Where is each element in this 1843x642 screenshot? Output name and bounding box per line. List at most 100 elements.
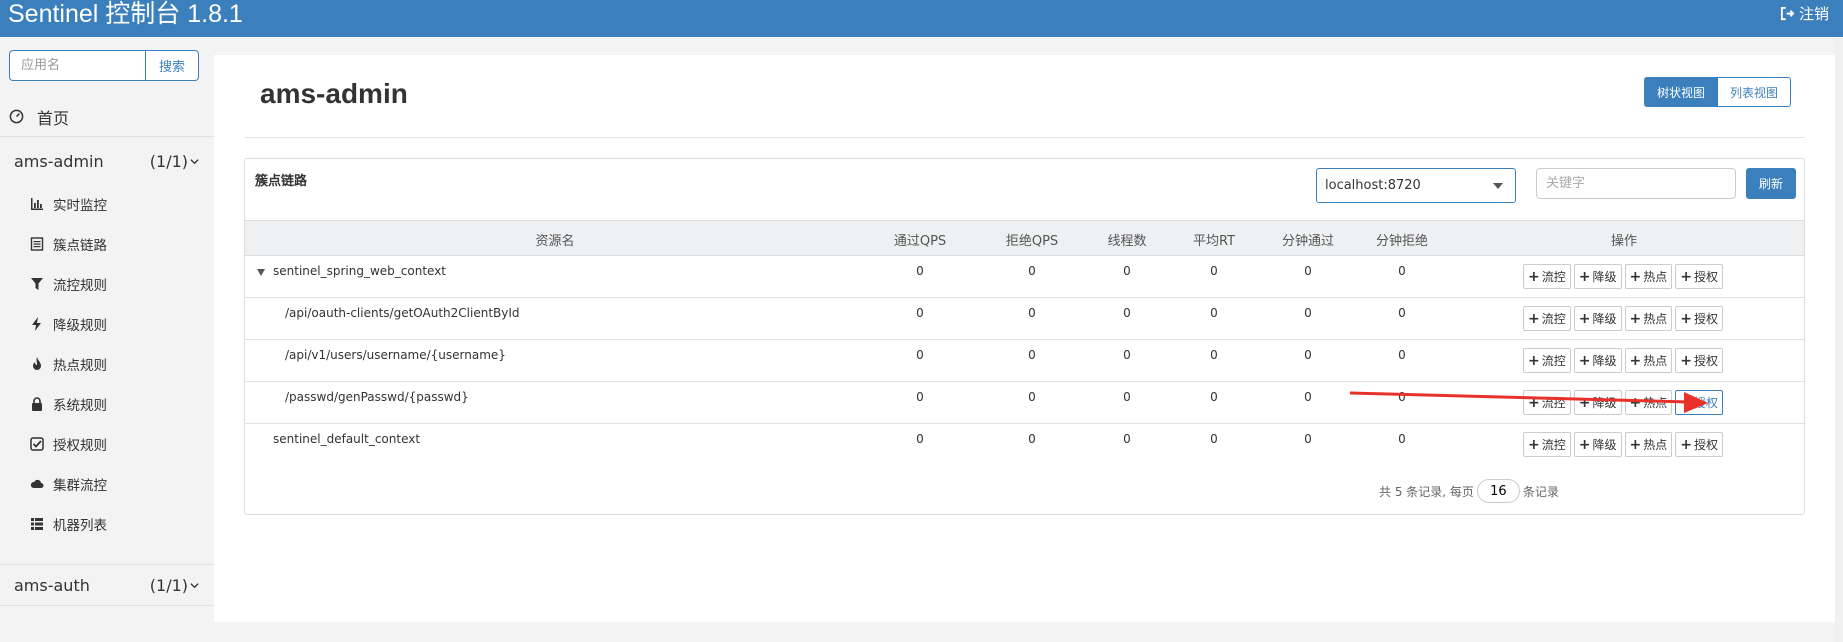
metric-cell: 0 [916, 348, 924, 362]
metric-cell: 0 [1398, 264, 1406, 278]
degrade-button[interactable]: + 降级 [1573, 390, 1622, 415]
row-actions: + 流控 + 降级 + 热点 + 授权 [1523, 306, 1723, 331]
metric-cell: 0 [1210, 432, 1218, 446]
plus-icon: + [1528, 436, 1540, 453]
hotspot-button[interactable]: + 热点 [1624, 306, 1673, 331]
nav-home[interactable]: 首页 [0, 97, 214, 137]
metric-cell: 0 [1304, 432, 1312, 446]
plus-icon: + [1578, 436, 1591, 453]
plus-icon: + [1578, 268, 1591, 285]
metric-cell: 0 [1304, 306, 1312, 320]
metric-cell: 0 [1210, 348, 1218, 362]
list-view-button[interactable]: 列表视图 [1718, 77, 1792, 107]
page-scrollbar[interactable] [1835, 37, 1843, 642]
col-operations: 操作 [1610, 234, 1638, 249]
table-row: /api/oauth-clients/getOAuth2ClientById 0 0… [245, 298, 1804, 340]
authority-button[interactable]: + 授权 [1675, 348, 1723, 373]
menu-item-realtime-monitor[interactable]: 实时监控 [0, 184, 214, 224]
menu-item-hot-rules[interactable]: 热点规则 [0, 344, 214, 384]
page-title: ams-admin [260, 78, 408, 109]
collapse-toggle-icon[interactable] [257, 269, 265, 276]
caret-down-icon [1493, 183, 1503, 189]
metric-cell: 0 [1028, 264, 1036, 278]
plus-icon: + [1680, 394, 1692, 411]
action-label: 降级 [1592, 354, 1617, 368]
tree-view-button[interactable]: 树状视图 [1644, 77, 1719, 107]
resource-name: /api/v1/users/username/{username} [285, 348, 506, 362]
flow-control-button[interactable]: + 流控 [1523, 390, 1571, 415]
menu-item-label: 流控规则 [53, 278, 107, 294]
resource-name: sentinel_default_context [273, 432, 421, 446]
authority-button[interactable]: + 授权 [1675, 390, 1723, 415]
metric-cell: 0 [1123, 264, 1131, 278]
plus-icon: + [1629, 394, 1642, 411]
hotspot-button[interactable]: + 热点 [1624, 348, 1673, 373]
menu-item-degrade-rules[interactable]: 降级规则 [0, 304, 214, 344]
hotspot-button[interactable]: + 热点 [1624, 264, 1673, 289]
brand-title[interactable]: Sentinel 控制台 1.8.1 [8, 0, 243, 30]
menu-item-machine-list[interactable]: 机器列表 [0, 504, 214, 544]
action-label: 热点 [1643, 438, 1668, 452]
col-minute-pass: 分钟通过 [1281, 234, 1335, 249]
action-label: 授权 [1693, 438, 1718, 452]
resource-name: sentinel_spring_web_context [273, 264, 447, 278]
cloud-icon [30, 479, 44, 488]
action-label: 流控 [1541, 312, 1566, 326]
logout-link[interactable]: 注销 [1780, 3, 1829, 24]
hotspot-button[interactable]: + 热点 [1624, 390, 1673, 415]
dashboard-icon [9, 109, 24, 124]
app-ams-admin[interactable]: ams-admin (1/1) [0, 140, 214, 182]
degrade-button[interactable]: + 降级 [1573, 264, 1622, 289]
menu-item-cluster-point-link[interactable]: 簇点链路 [0, 224, 214, 264]
app-ams-auth[interactable]: ams-auth (1/1) [0, 564, 214, 606]
action-label: 热点 [1643, 396, 1668, 410]
app-search-input[interactable] [9, 50, 145, 81]
action-label: 流控 [1541, 270, 1566, 284]
degrade-button[interactable]: + 降级 [1573, 432, 1622, 457]
menu-item-cluster-flow[interactable]: 集群流控 [0, 464, 214, 504]
keyword-input[interactable] [1536, 168, 1736, 199]
col-avg-rt: 平均RT [1192, 234, 1236, 249]
menu-item-label: 机器列表 [53, 518, 107, 534]
page-size-input[interactable] [1476, 479, 1520, 503]
resource-card: 簇点链路 localhost:8720 刷新 资源名 通过QPS 拒绝QPS 线… [244, 158, 1805, 515]
degrade-button[interactable]: + 降级 [1573, 306, 1622, 331]
plus-icon: + [1680, 268, 1692, 285]
row-actions: + 流控 + 降级 + 热点 + 授权 [1523, 348, 1723, 373]
machine-select[interactable]: localhost:8720 [1316, 168, 1516, 203]
refresh-button[interactable]: 刷新 [1746, 168, 1796, 199]
flow-control-button[interactable]: + 流控 [1523, 348, 1571, 373]
metric-cell: 0 [1398, 432, 1406, 446]
flow-control-button[interactable]: + 流控 [1523, 432, 1571, 457]
menu-item-system-rules[interactable]: 系统规则 [0, 384, 214, 424]
action-label: 热点 [1643, 312, 1668, 326]
lock-icon [32, 397, 42, 411]
degrade-button[interactable]: + 降级 [1573, 348, 1622, 373]
flow-control-button[interactable]: + 流控 [1523, 264, 1571, 289]
authority-button[interactable]: + 授权 [1675, 306, 1723, 331]
menu-item-label: 实时监控 [53, 198, 107, 214]
metric-cell: 0 [916, 390, 924, 404]
flow-control-button[interactable]: + 流控 [1523, 306, 1571, 331]
col-threads: 线程数 [1107, 234, 1147, 249]
menu-item-flow-rules[interactable]: 流控规则 [0, 264, 214, 304]
action-label: 流控 [1541, 396, 1566, 410]
app-search-button[interactable]: 搜索 [145, 50, 199, 81]
app-name: ams-auth [14, 575, 90, 595]
main-panel: ams-admin 树状视图 列表视图 簇点链路 localhost:8720 … [214, 55, 1835, 622]
menu-item-label: 授权规则 [53, 438, 107, 454]
authority-button[interactable]: + 授权 [1675, 432, 1723, 457]
app-menu: 实时监控 簇点链路 流控规则 降级规则 热点规则 系统规则 授权规则 集群流控 [0, 184, 214, 544]
authority-button[interactable]: + 授权 [1675, 264, 1723, 289]
col-block-qps: 拒绝QPS [1005, 234, 1059, 249]
hotspot-button[interactable]: + 热点 [1624, 432, 1673, 457]
bar-chart-icon [31, 198, 43, 210]
metric-cell: 0 [1028, 390, 1036, 404]
view-toggle: 树状视图 列表视图 [1644, 77, 1792, 107]
plus-icon: + [1578, 352, 1591, 369]
fire-icon [33, 357, 41, 370]
app-search: 搜索 [9, 50, 199, 81]
plus-icon: + [1680, 310, 1692, 327]
menu-item-authority-rules[interactable]: 授权规则 [0, 424, 214, 464]
th-list-icon [31, 518, 43, 530]
